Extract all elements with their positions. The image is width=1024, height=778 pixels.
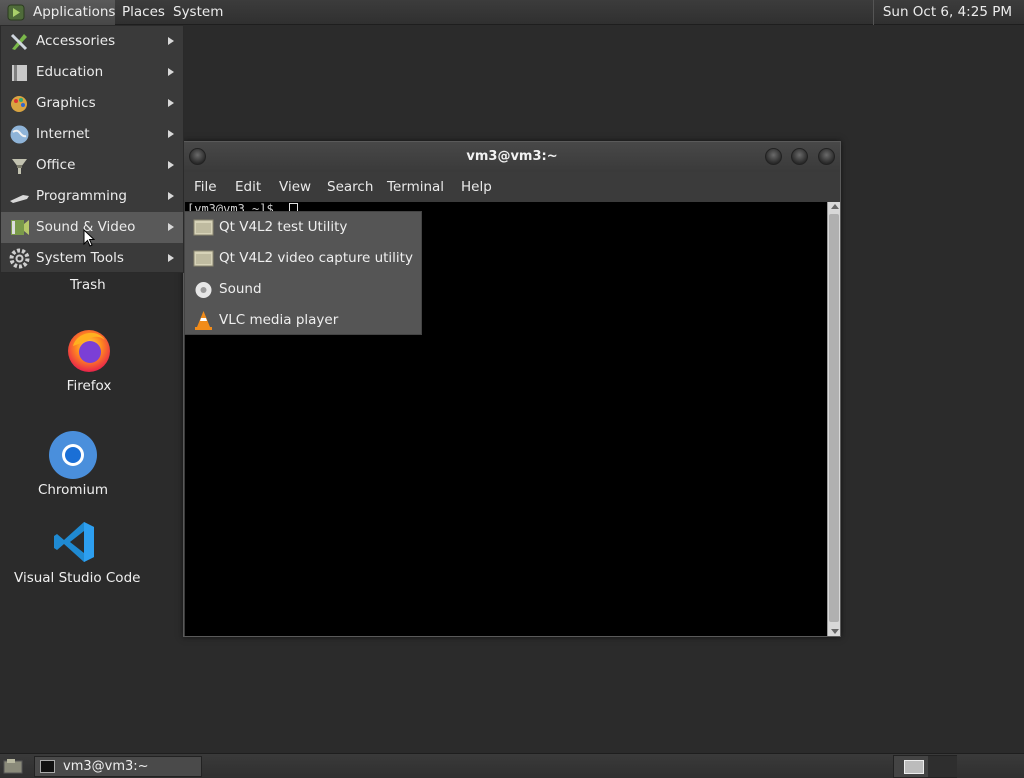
terminal-menu-file[interactable]: File bbox=[194, 179, 217, 195]
scroll-down-arrow-icon[interactable] bbox=[831, 629, 839, 634]
graphics-icon bbox=[11, 96, 27, 112]
menu-item-label: Education bbox=[36, 64, 104, 80]
internet-icon bbox=[10, 125, 29, 144]
terminal-menu-view[interactable]: View bbox=[279, 179, 311, 195]
terminal-menu-search[interactable]: Search bbox=[327, 179, 373, 195]
chromium-label: Chromium bbox=[37, 482, 109, 498]
terminal-icon bbox=[40, 760, 55, 773]
applications-menu-button[interactable]: Applications bbox=[0, 0, 115, 25]
vscode-label: Visual Studio Code bbox=[14, 570, 141, 586]
sound-video-submenu: Qt V4L2 test Utility Qt V4L2 video captu… bbox=[184, 211, 422, 335]
submenu-arrow-icon bbox=[168, 99, 174, 107]
maximize-icon[interactable] bbox=[791, 148, 808, 165]
terminal-titlebar[interactable]: vm3@vm3:~ bbox=[184, 142, 840, 172]
terminal-menubar: File Edit View Search Terminal Help bbox=[184, 172, 840, 202]
office-icon bbox=[12, 159, 27, 174]
submenu-arrow-icon bbox=[168, 161, 174, 169]
sound-icon bbox=[195, 282, 212, 298]
submenu-item-vlc[interactable]: VLC media player bbox=[185, 305, 421, 336]
submenu-arrow-icon bbox=[168, 223, 174, 231]
menu-item-accessories[interactable]: Accessories bbox=[1, 26, 183, 57]
menu-item-label: Internet bbox=[36, 126, 90, 142]
clock[interactable]: Sun Oct 6, 4:25 PM bbox=[872, 0, 1024, 25]
workspace-2[interactable] bbox=[928, 756, 957, 777]
close-icon[interactable] bbox=[818, 148, 835, 165]
menu-item-graphics[interactable]: Graphics bbox=[1, 88, 183, 119]
terminal-menu-edit[interactable]: Edit bbox=[235, 179, 261, 195]
submenu-item-label: Qt V4L2 test Utility bbox=[219, 219, 348, 235]
menu-item-label: Accessories bbox=[36, 33, 116, 49]
submenu-arrow-icon bbox=[168, 254, 174, 262]
submenu-item-qt-v4l2-capture[interactable]: Qt V4L2 video capture utility bbox=[185, 243, 421, 274]
firefox-icon bbox=[68, 330, 110, 372]
terminal-menu-terminal[interactable]: Terminal bbox=[387, 179, 444, 195]
accessories-icon bbox=[10, 33, 28, 51]
menu-item-system-tools[interactable]: System Tools bbox=[1, 243, 183, 274]
taskbar-button-terminal[interactable]: vm3@vm3:~ bbox=[34, 756, 202, 777]
sound-video-icon bbox=[11, 220, 29, 235]
submenu-arrow-icon bbox=[168, 192, 174, 200]
terminal-title: vm3@vm3:~ bbox=[466, 149, 558, 164]
submenu-item-label: VLC media player bbox=[219, 312, 339, 328]
desktop-icon-chromium[interactable]: Chromium bbox=[36, 430, 110, 498]
programming-icon bbox=[10, 195, 29, 203]
workspace-1[interactable] bbox=[904, 760, 924, 774]
menu-item-label: Office bbox=[36, 157, 76, 173]
trash-label[interactable]: Trash bbox=[70, 277, 106, 293]
desktop-icon-vscode[interactable]: Visual Studio Code bbox=[14, 520, 141, 586]
submenu-arrow-icon bbox=[168, 130, 174, 138]
mouse-pointer-icon bbox=[83, 229, 95, 247]
terminal-menu-help[interactable]: Help bbox=[461, 179, 492, 195]
education-icon bbox=[12, 65, 27, 81]
vscode-icon bbox=[54, 522, 94, 562]
menu-item-programming[interactable]: Programming bbox=[1, 181, 183, 212]
taskbar-button-label: vm3@vm3:~ bbox=[63, 759, 149, 774]
scroll-up-arrow-icon[interactable] bbox=[831, 204, 839, 209]
show-desktop-icon[interactable] bbox=[3, 758, 23, 774]
menu-item-label: System Tools bbox=[36, 250, 124, 266]
workspace-switcher[interactable] bbox=[893, 755, 957, 778]
menu-item-office[interactable]: Office bbox=[1, 150, 183, 181]
places-menu-button[interactable]: Places bbox=[122, 0, 165, 25]
vlc-cone-icon bbox=[195, 311, 212, 330]
submenu-item-label: Sound bbox=[219, 281, 262, 297]
applications-logo-icon bbox=[7, 4, 25, 21]
firefox-label: Firefox bbox=[66, 378, 112, 394]
system-menu-button[interactable]: System bbox=[173, 0, 223, 25]
bottom-panel: vm3@vm3:~ bbox=[0, 753, 1024, 778]
chromium-icon bbox=[49, 431, 97, 479]
system-tools-icon bbox=[9, 248, 30, 269]
menu-item-label: Graphics bbox=[36, 95, 96, 111]
terminal-scrollbar[interactable] bbox=[827, 202, 840, 636]
applications-label: Applications bbox=[33, 4, 116, 20]
folder-icon bbox=[193, 219, 214, 236]
folder-icon bbox=[193, 250, 214, 267]
top-panel: Applications Places System Sun Oct 6, 4:… bbox=[0, 0, 1024, 25]
desktop-icon-firefox[interactable]: Firefox bbox=[58, 326, 120, 394]
minimize-icon[interactable] bbox=[765, 148, 782, 165]
scrollbar-thumb[interactable] bbox=[829, 214, 839, 622]
submenu-item-label: Qt V4L2 video capture utility bbox=[219, 250, 413, 266]
submenu-item-qt-v4l2-test[interactable]: Qt V4L2 test Utility bbox=[185, 212, 421, 243]
menu-item-education[interactable]: Education bbox=[1, 57, 183, 88]
menu-item-internet[interactable]: Internet bbox=[1, 119, 183, 150]
submenu-item-sound[interactable]: Sound bbox=[185, 274, 421, 305]
menu-item-label: Programming bbox=[36, 188, 127, 204]
submenu-arrow-icon bbox=[168, 68, 174, 76]
submenu-arrow-icon bbox=[168, 37, 174, 45]
